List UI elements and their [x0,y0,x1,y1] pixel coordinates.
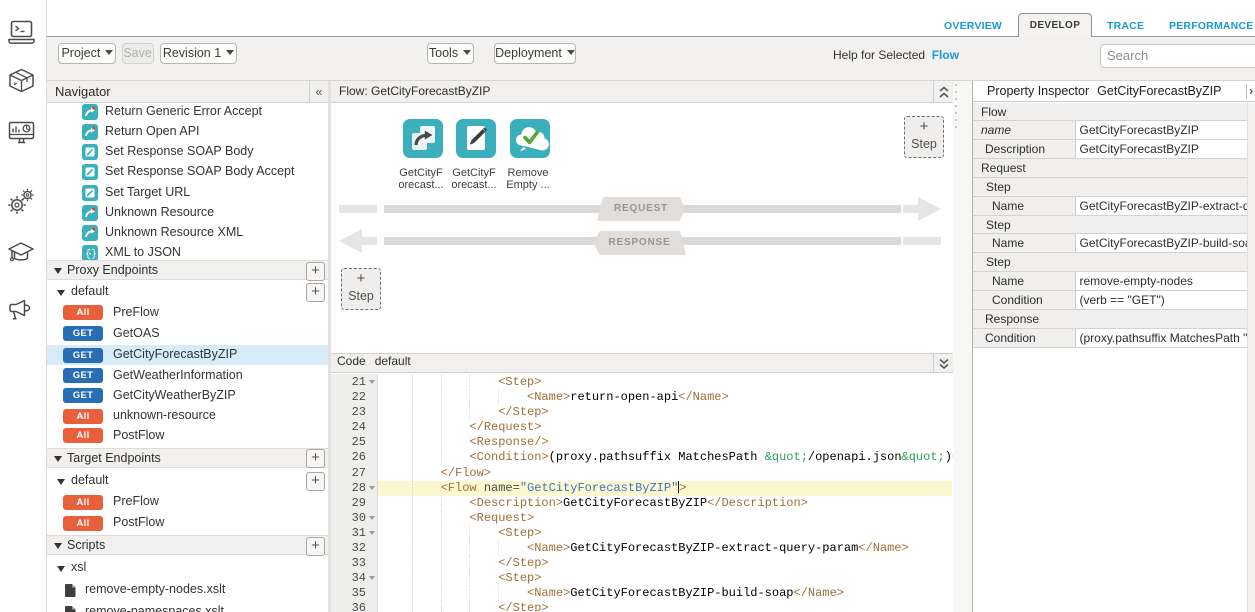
svg-text:}: } [91,248,97,260]
